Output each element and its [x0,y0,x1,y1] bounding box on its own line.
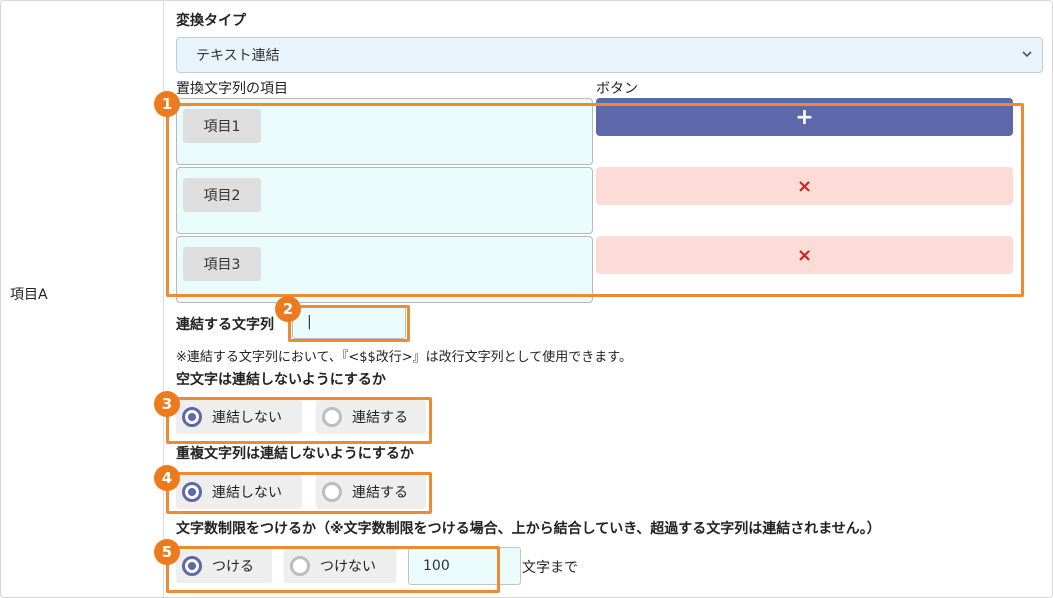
callout-badge-4: 4 [154,465,180,491]
callout-box-3 [166,397,432,444]
callout-badge-5: 5 [154,539,180,565]
join-string-note: ※連結する文字列において、『<$$改行>』は改行文字列として使用できます。 [176,350,632,365]
callout-box-5 [166,546,500,593]
buttons-column-header: ボタン [596,81,638,97]
field-label: 項目A [10,287,48,303]
limit-option-heading: 文字数制限をつけるか（※文字数制限をつける場合、上から結合していき、超過する文字… [176,521,881,537]
duplicate-option-heading: 重複文字列は連結しないようにするか [176,446,414,462]
label-column: 項目A [0,0,164,598]
chevron-down-icon [1022,51,1032,58]
empty-option-heading: 空文字は連結しないようにするか [176,372,386,388]
join-string-label: 連結する文字列 [176,317,274,333]
callout-box-1 [166,103,1024,297]
char-limit-suffix: 文字まで [522,560,578,576]
items-column-header: 置換文字列の項目 [176,81,288,97]
callout-box-4 [166,472,432,514]
callout-badge-2: 2 [275,296,301,322]
callout-badge-1: 1 [154,91,180,117]
callout-box-2 [288,305,410,342]
conversion-type-heading: 変換タイプ [176,13,246,29]
conversion-type-select[interactable]: テキスト連結 [176,37,1043,73]
callout-badge-3: 3 [154,391,180,417]
conversion-type-value: テキスト連結 [196,48,280,64]
